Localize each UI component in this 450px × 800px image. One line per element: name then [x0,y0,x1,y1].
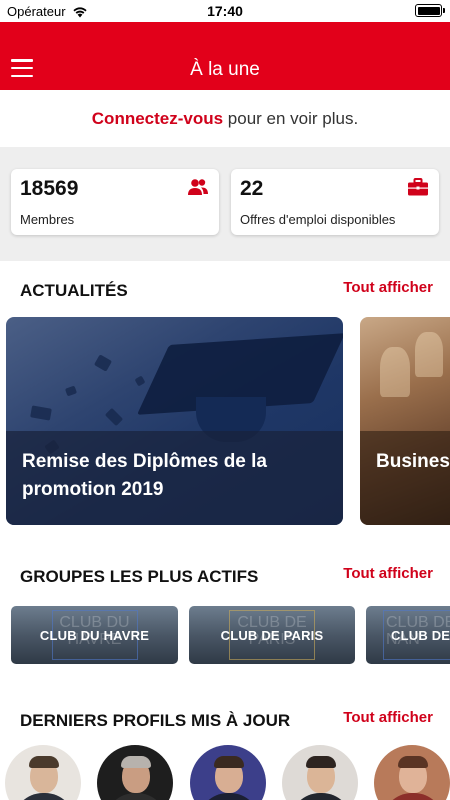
stats-section: 18569 Membres 22 Offres d'emploi disponi… [0,147,450,261]
login-prompt-text: pour en voir plus. [223,109,359,128]
group-name: CLUB DE PARIS [220,628,324,643]
login-prompt: Connectez-vous pour en voir plus. [0,90,450,147]
jobs-count: 22 [240,177,264,200]
groups-section-title: GROUPES LES PLUS ACTIFS [20,567,259,586]
group-card[interactable]: CLUB DU HAVRE CLUB DU HAVRE [11,606,178,664]
avatar[interactable] [282,745,358,800]
group-name: CLUB DE [391,628,450,643]
avatar[interactable] [5,745,81,800]
jobs-label: Offres d'emploi disponibles [240,212,396,227]
clock: 17:40 [207,3,243,19]
members-count: 18569 [20,177,79,200]
profiles-see-all-link[interactable]: Tout afficher [343,709,433,726]
news-see-all-link[interactable]: Tout afficher [343,279,433,296]
users-icon [188,179,208,195]
login-link[interactable]: Connectez-vous [92,109,223,128]
group-name: CLUB DU HAVRE [39,628,150,643]
group-card[interactable]: CLUB DE NAN CLUB DE [366,606,450,664]
news-section-title: ACTUALITÉS [20,281,128,300]
news-title: Remise des Diplômes de la promotion 2019 [22,451,267,500]
briefcase-icon [408,178,428,196]
avatar[interactable] [190,745,266,800]
news-card[interactable]: Business ! [360,317,450,525]
members-label: Membres [20,212,75,227]
battery-icon [415,4,445,17]
group-card[interactable]: CLUB DE PARIS CLUB DE PARIS [189,606,355,664]
nav-bar: À la une [0,22,450,90]
avatar[interactable] [97,745,173,800]
news-card[interactable]: Remise des Diplômes de la promotion 2019 [6,317,343,525]
jobs-stat-card[interactable]: 22 Offres d'emploi disponibles [231,169,439,235]
news-title: Business ! [376,451,450,472]
members-stat-card[interactable]: 18569 Membres [11,169,219,235]
status-bar: Opérateur 17:40 [0,0,450,22]
page-title: À la une [190,59,260,80]
avatar[interactable] [374,745,450,800]
news-caption-overlay [360,431,450,525]
groups-see-all-link[interactable]: Tout afficher [343,565,433,582]
profiles-section-title: DERNIERS PROFILS MIS À JOUR [20,711,291,730]
